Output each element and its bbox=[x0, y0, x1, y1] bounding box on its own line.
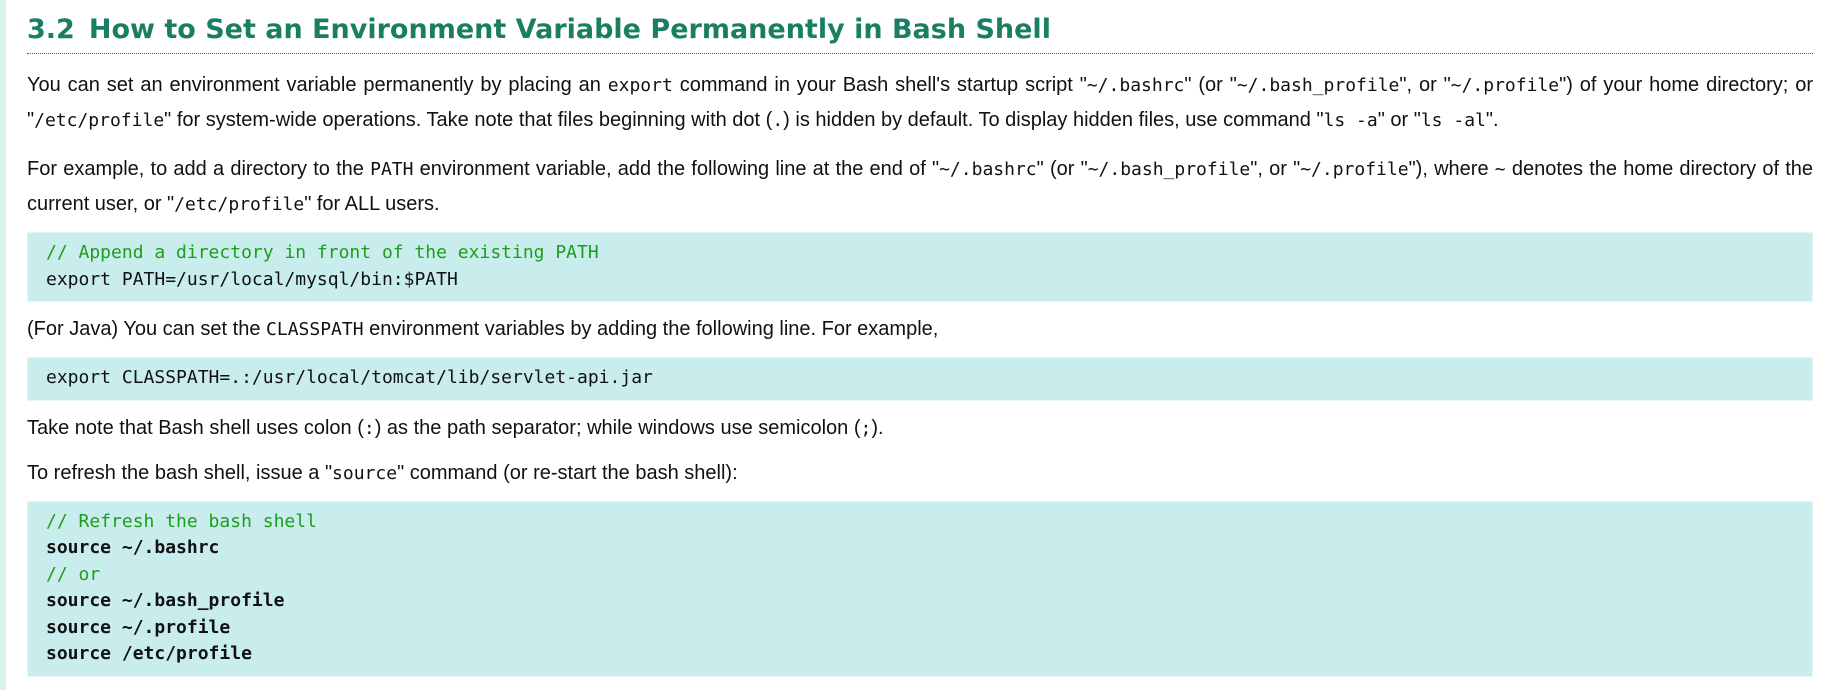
text: "), where bbox=[1408, 158, 1495, 180]
text: " (or " bbox=[1036, 158, 1088, 180]
inline-code: ~/.bash_profile bbox=[1087, 159, 1251, 180]
inline-code: ~/.profile bbox=[1300, 159, 1409, 180]
text: " or " bbox=[1377, 109, 1421, 131]
text: command in your Bash shell's startup scr… bbox=[672, 74, 1087, 96]
section-heading: 3.2 How to Set an Environment Variable Pe… bbox=[27, 12, 1813, 54]
inline-code: ls -al bbox=[1420, 110, 1486, 131]
code-block-refresh: // Refresh the bash shell source ~/.bash… bbox=[27, 500, 1813, 677]
code-line: source ~/.bashrc bbox=[46, 537, 220, 558]
inline-code: ~ bbox=[1494, 159, 1506, 180]
inline-code: ; bbox=[860, 417, 872, 439]
inline-code: source bbox=[332, 462, 398, 484]
inline-code: CLASSPATH bbox=[266, 319, 364, 340]
code-line: source ~/.bash_profile bbox=[46, 590, 285, 611]
text: " for ALL users. bbox=[304, 193, 440, 215]
inline-code: /etc/profile bbox=[34, 110, 165, 131]
inline-code: ls -a bbox=[1323, 110, 1378, 131]
inline-code: ~/.bash_profile bbox=[1236, 75, 1400, 96]
text: " (or " bbox=[1184, 74, 1237, 96]
code-block-classpath: export CLASSPATH=.:/usr/local/tomcat/lib… bbox=[27, 357, 1813, 401]
text: ) as the path separator; while windows u… bbox=[374, 416, 861, 439]
inline-code: /etc/profile bbox=[174, 194, 305, 215]
text: " command (or re-start the bash shell): bbox=[397, 461, 738, 484]
code-block-path: // Append a directory in front of the ex… bbox=[27, 232, 1813, 302]
text: You can set an environment variable perm… bbox=[27, 74, 608, 96]
inline-code: . bbox=[772, 110, 784, 131]
code-comment: // Append a directory in front of the ex… bbox=[46, 242, 599, 263]
inline-code: ~/.bashrc bbox=[939, 159, 1037, 180]
paragraph-refresh: To refresh the bash shell, issue a "sour… bbox=[27, 456, 1813, 491]
inline-code: ~/.profile bbox=[1450, 75, 1560, 96]
text: For example, to add a directory to the bbox=[27, 158, 371, 180]
code-line: source ~/.profile bbox=[46, 616, 231, 638]
inline-code: ~/.bashrc bbox=[1086, 75, 1185, 96]
section-title: How to Set an Environment Variable Perma… bbox=[88, 14, 1051, 45]
text: (For Java) You can set the bbox=[27, 318, 267, 340]
inline-code: : bbox=[363, 417, 375, 439]
section-number: 3.2 bbox=[27, 14, 75, 45]
paragraph-path-example: For example, to add a directory to the P… bbox=[27, 152, 1813, 222]
code-comment: // Refresh the bash shell bbox=[46, 510, 317, 532]
code-line: source /etc/profile bbox=[46, 643, 252, 664]
text: ", or " bbox=[1250, 158, 1301, 180]
text: " for system-wide operations. Take note … bbox=[164, 109, 773, 131]
text: Take note that Bash shell uses colon ( bbox=[27, 416, 364, 439]
code-comment: // or bbox=[46, 563, 101, 585]
inline-code: export bbox=[607, 75, 673, 96]
text: ". bbox=[1485, 109, 1499, 131]
text: environment variables by adding the foll… bbox=[363, 318, 939, 340]
left-margin-strip bbox=[0, 0, 6, 690]
paragraph-separator-note: Take note that Bash shell uses colon (:)… bbox=[27, 411, 1813, 446]
text: ). bbox=[871, 416, 884, 439]
text: To refresh the bash shell, issue a " bbox=[27, 461, 333, 484]
text: environment variable, add the following … bbox=[413, 158, 940, 180]
code-line: export PATH=/usr/local/mysql/bin:$PATH bbox=[46, 268, 458, 290]
article-content: 3.2 How to Set an Environment Variable Pe… bbox=[27, 0, 1813, 677]
inline-code: PATH bbox=[370, 159, 414, 180]
paragraph-startup-script: You can set an environment variable perm… bbox=[27, 68, 1813, 138]
text: ", or " bbox=[1399, 74, 1451, 96]
code-line: export CLASSPATH=.:/usr/local/tomcat/lib… bbox=[46, 367, 653, 388]
text: ) is hidden by default. To display hidde… bbox=[783, 109, 1324, 131]
paragraph-classpath: (For Java) You can set the CLASSPATH env… bbox=[27, 312, 1813, 347]
